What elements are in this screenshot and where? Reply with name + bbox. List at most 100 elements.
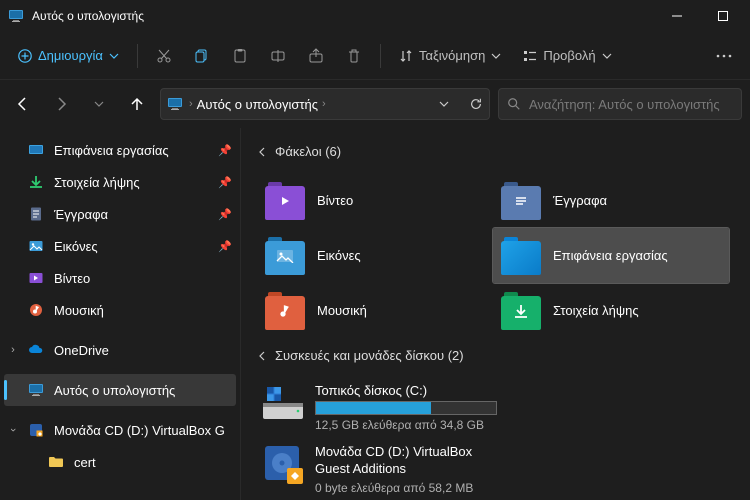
music-icon — [28, 302, 44, 318]
drive-c[interactable]: Τοπικός δίσκος (C:) 12,5 GB ελεύθερα από… — [257, 377, 501, 438]
folder-label: Επιφάνεια εργασίας — [553, 248, 668, 263]
folder-label: Στοιχεία λήψης — [553, 303, 639, 318]
folder-pictures[interactable]: Εικόνες — [257, 228, 493, 283]
chevron-down-icon — [602, 51, 612, 61]
video-icon — [28, 270, 44, 286]
group-label: Συσκευές και μονάδες δίσκου (2) — [275, 348, 464, 363]
sidebar-item-cert[interactable]: cert — [0, 446, 240, 478]
rename-icon — [270, 48, 286, 64]
chevron-right-icon[interactable]: › — [6, 344, 20, 356]
breadcrumb-segment[interactable]: Αυτός ο υπολογιστής — [197, 97, 318, 112]
drive-d[interactable]: Μονάδα CD (D:) VirtualBox Guest Addition… — [257, 438, 501, 500]
this-pc-icon — [28, 382, 44, 398]
chevron-right-icon[interactable]: › — [322, 98, 326, 110]
up-button[interactable] — [122, 89, 152, 119]
back-button[interactable] — [8, 89, 38, 119]
copy-button[interactable] — [184, 40, 220, 72]
folder-downloads[interactable]: Στοιχεία λήψης — [493, 283, 729, 338]
sidebar-item-label: cert — [74, 455, 96, 470]
folder-documents[interactable]: Έγγραφα — [493, 173, 729, 228]
group-label: Φάκελοι (6) — [275, 144, 341, 159]
clipboard-icon — [232, 48, 248, 64]
address-bar[interactable]: › Αυτός ο υπολογιστής › — [160, 88, 490, 120]
forward-button[interactable] — [46, 89, 76, 119]
folders-grid: Βίντεο Έγγραφα Εικόνες Επιφάνεια εργασία… — [257, 173, 734, 338]
group-header-folders[interactable]: Φάκελοι (6) — [253, 140, 734, 163]
desktop-folder-icon — [501, 237, 541, 275]
folder-icon — [48, 454, 64, 470]
search-icon — [507, 97, 521, 111]
refresh-icon[interactable] — [469, 97, 483, 111]
chevron-down-icon — [491, 51, 501, 61]
separator — [137, 44, 138, 68]
video-folder-icon — [265, 182, 305, 220]
folder-videos[interactable]: Βίντεο — [257, 173, 493, 228]
sidebar-item-label: Βίντεο — [54, 271, 90, 286]
pin-icon: 📌 — [218, 176, 232, 189]
minimize-button[interactable] — [654, 0, 700, 32]
sidebar-item-music[interactable]: Μουσική — [0, 294, 240, 326]
chevron-down-icon[interactable]: › — [7, 423, 19, 437]
trash-icon — [346, 48, 362, 64]
folder-label: Μουσική — [317, 303, 367, 318]
copy-icon — [194, 48, 210, 64]
sort-button[interactable]: Ταξινόμηση — [389, 40, 511, 72]
group-header-drives[interactable]: Συσκευές και μονάδες δίσκου (2) — [253, 344, 734, 367]
chevron-down-icon — [257, 147, 267, 157]
search-input[interactable] — [529, 97, 733, 112]
downloads-folder-icon — [501, 292, 541, 330]
sidebar-item-downloads[interactable]: Στοιχεία λήψης 📌 — [0, 166, 240, 198]
sidebar-item-label: Εικόνες — [54, 239, 98, 254]
disc-icon — [28, 422, 44, 438]
drive-name: Τοπικός δίσκος (C:) — [315, 383, 497, 398]
music-folder-icon — [265, 292, 305, 330]
maximize-button[interactable] — [700, 0, 746, 32]
new-button[interactable]: Δημιουργία — [8, 40, 129, 72]
sidebar-item-desktop[interactable]: Επιφάνεια εργασίας 📌 — [0, 134, 240, 166]
search-box[interactable] — [498, 88, 742, 120]
delete-button[interactable] — [336, 40, 372, 72]
chevron-down-icon — [257, 351, 267, 361]
hdd-icon — [261, 383, 305, 423]
sidebar-item-thispc[interactable]: Αυτός ο υπολογιστής — [4, 374, 236, 406]
cut-button[interactable] — [146, 40, 182, 72]
content-area: Φάκελοι (6) Βίντεο Έγγραφα Εικόνες Επιφά… — [241, 128, 750, 500]
more-button[interactable] — [706, 40, 742, 72]
recent-button[interactable] — [84, 89, 114, 119]
this-pc-icon — [8, 8, 24, 24]
sidebar-item-onedrive[interactable]: › OneDrive — [0, 334, 240, 366]
sidebar-item-pictures[interactable]: Εικόνες 📌 — [0, 230, 240, 262]
paste-button[interactable] — [222, 40, 258, 72]
cloud-icon — [28, 342, 44, 358]
sidebar-item-cd[interactable]: › Μονάδα CD (D:) VirtualBox G — [0, 414, 240, 446]
disc-box-icon — [261, 444, 305, 484]
plus-circle-icon — [18, 49, 32, 63]
document-icon — [28, 206, 44, 222]
documents-folder-icon — [501, 182, 541, 220]
sort-label: Ταξινόμηση — [419, 48, 485, 63]
sidebar: Επιφάνεια εργασίας 📌 Στοιχεία λήψης 📌 Έγ… — [0, 128, 241, 500]
sidebar-item-documents[interactable]: Έγγραφα 📌 — [0, 198, 240, 230]
sidebar-item-videos[interactable]: Βίντεο — [0, 262, 240, 294]
chevron-right-icon[interactable]: › — [189, 98, 193, 110]
ellipsis-icon — [716, 54, 732, 58]
scissors-icon — [156, 48, 172, 64]
chevron-down-icon — [109, 51, 119, 61]
view-button[interactable]: Προβολή — [513, 40, 621, 72]
folder-music[interactable]: Μουσική — [257, 283, 493, 338]
view-label: Προβολή — [543, 48, 595, 63]
rename-button[interactable] — [260, 40, 296, 72]
view-icon — [523, 49, 537, 63]
sidebar-item-label: Στοιχεία λήψης — [54, 175, 140, 190]
separator — [380, 44, 381, 68]
sidebar-item-label: Μουσική — [54, 303, 104, 318]
folder-label: Έγγραφα — [553, 193, 607, 208]
share-button[interactable] — [298, 40, 334, 72]
sidebar-item-label: Αυτός ο υπολογιστής — [54, 383, 175, 398]
sidebar-item-label: OneDrive — [54, 343, 109, 358]
toolbar: Δημιουργία Ταξινόμηση Προβολή — [0, 32, 750, 80]
folder-desktop[interactable]: Επιφάνεια εργασίας — [493, 228, 729, 283]
pin-icon: 📌 — [218, 144, 232, 157]
chevron-down-icon[interactable] — [439, 99, 449, 109]
breadcrumb: › Αυτός ο υπολογιστής › — [189, 97, 326, 112]
